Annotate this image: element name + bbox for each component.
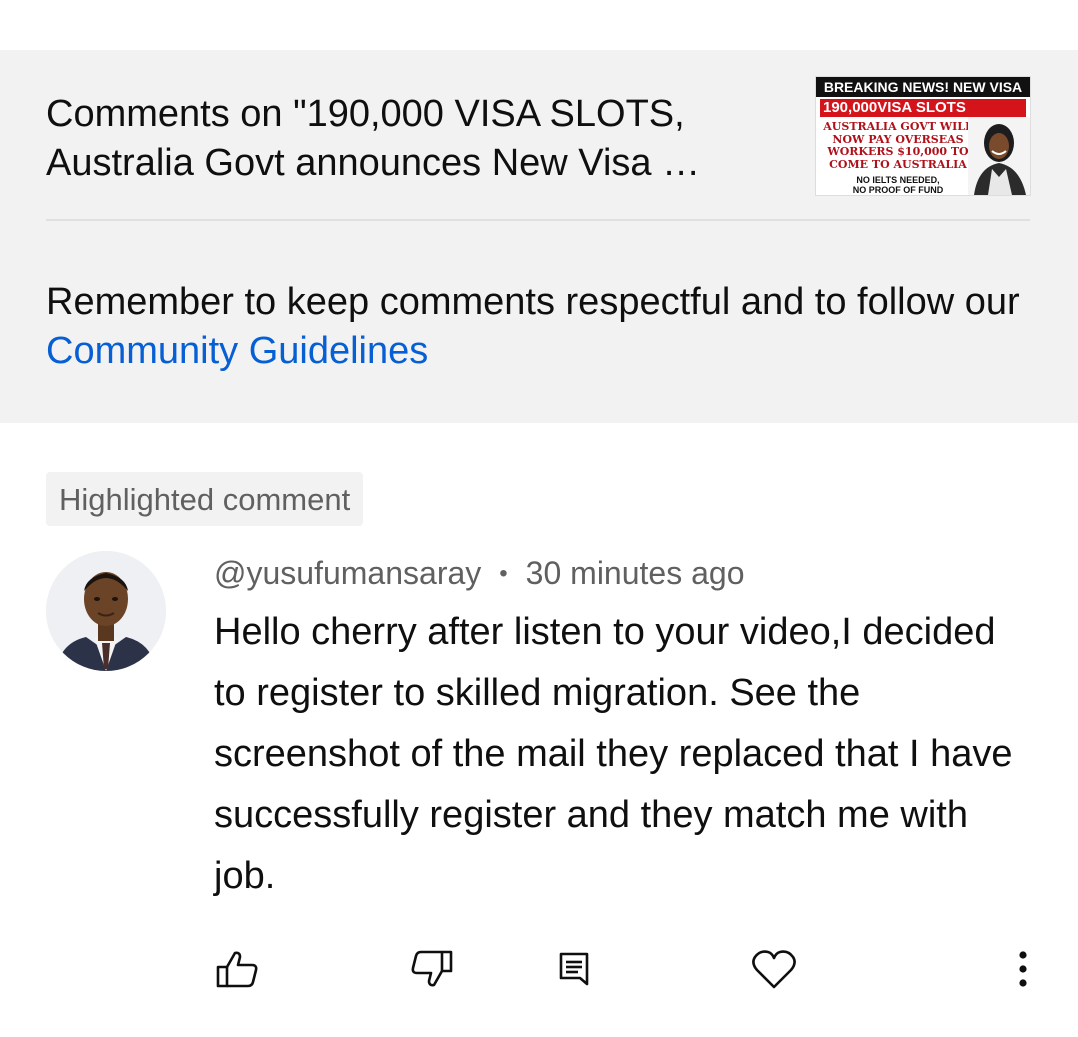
- video-title-line-2: Australia Govt announces New Visa …: [46, 142, 701, 184]
- thumbs-down-icon: [411, 950, 453, 987]
- heart-button[interactable]: [749, 944, 799, 994]
- video-thumbnail[interactable]: BREAKING NEWS! NEW VISA 190,000VISA SLOT…: [815, 76, 1031, 196]
- like-button[interactable]: [213, 944, 263, 994]
- video-title-line-1: Comments on "190,000 VISA SLOTS,: [46, 93, 685, 135]
- comment-timestamp: 30 minutes ago: [525, 555, 745, 591]
- video-title[interactable]: Comments on "190,000 VISA SLOTS, Austral…: [46, 90, 786, 188]
- thumbnail-subtext: NO IELTS NEEDED, NO PROOF OF FUND: [852, 175, 944, 195]
- community-notice: Remember to keep comments respectful and…: [46, 278, 1036, 376]
- highlighted-comment-badge: Highlighted comment: [46, 472, 364, 526]
- thumbs-up-icon: [216, 951, 258, 988]
- avatar-photo: [46, 551, 166, 671]
- comment-body: Hello cherry after listen to your video,…: [214, 611, 1013, 897]
- more-vert-icon: [1019, 951, 1027, 987]
- header-divider: [46, 219, 1030, 221]
- thumbnail-headline: 190,000VISA SLOTS: [820, 99, 1026, 117]
- notice-text: Remember to keep comments respectful and…: [46, 281, 1020, 323]
- meta-separator: •: [499, 560, 508, 587]
- comment-meta: @yusufumansaray • 30 minutes ago: [214, 552, 744, 595]
- community-guidelines-link[interactable]: Community Guidelines: [46, 330, 428, 372]
- thumbnail-person-image: [968, 117, 1030, 195]
- dislike-button[interactable]: [406, 944, 456, 994]
- reply-icon: [559, 952, 589, 986]
- heart-icon: [752, 950, 796, 989]
- reply-button[interactable]: [549, 944, 599, 994]
- thumbnail-banner: BREAKING NEWS! NEW VISA: [816, 77, 1030, 97]
- avatar[interactable]: [46, 551, 166, 671]
- thumbnail-text: AUSTRALIA GOVT WILL NOW PAY OVERSEAS WOR…: [823, 120, 973, 171]
- comment-author[interactable]: @yusufumansaray: [214, 555, 481, 591]
- more-options-button[interactable]: [998, 944, 1048, 994]
